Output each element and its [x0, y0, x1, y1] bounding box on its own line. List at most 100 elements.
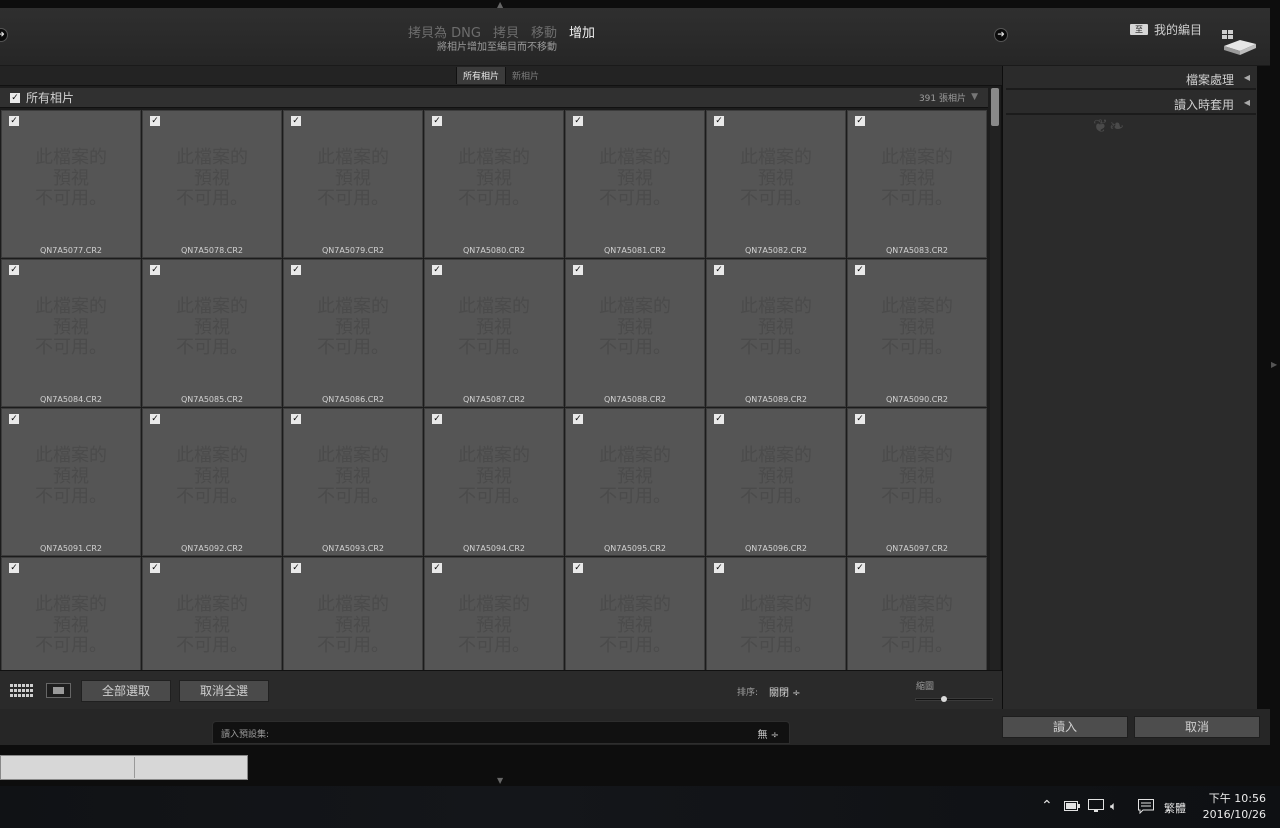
thumbnail-cell[interactable]: ✓ 此檔案的 預視 不可用。 QN7A5082.CR2	[706, 110, 846, 258]
thumbnail-checkbox[interactable]: ✓	[855, 265, 865, 275]
section-apply-during-import[interactable]: 讀入時套用 ◀	[1006, 93, 1256, 115]
preview-unavailable-text: 此檔案的 預視 不可用。	[317, 147, 389, 209]
import-preset-bar[interactable]: 讀入預設集: 無 ÷	[212, 721, 790, 744]
thumbnail-cell[interactable]: ✓ 此檔案的 預視 不可用。 QN7A5096.CR2	[706, 408, 846, 556]
grid-scrollbar[interactable]	[990, 88, 1000, 670]
thumbnail-checkbox[interactable]: ✓	[9, 414, 19, 424]
tab-all-photos[interactable]: 所有相片	[455, 67, 505, 84]
mode-add[interactable]: 增加	[569, 22, 595, 41]
thumbnail-cell[interactable]: ✓ 此檔案的 預視 不可用。 QN7A5094.CR2	[424, 408, 564, 556]
thumbnail-cell[interactable]: ✓ 此檔案的 預視 不可用。 QN7A5088.CR2	[565, 259, 705, 407]
thumbnail-checkbox[interactable]: ✓	[291, 116, 301, 126]
thumbnail-checkbox[interactable]: ✓	[432, 265, 442, 275]
source-arrow-icon[interactable]: ➜	[0, 28, 8, 42]
thumbnail-checkbox[interactable]: ✓	[150, 563, 160, 573]
thumbnail-checkbox[interactable]: ✓	[714, 265, 724, 275]
section-file-handling[interactable]: 檔案處理 ◀	[1006, 68, 1256, 90]
thumbnail-cell[interactable]: ✓ 此檔案的 預視 不可用。 QN7A5090.CR2	[847, 259, 987, 407]
thumbnail-checkbox[interactable]: ✓	[432, 563, 442, 573]
thumbnail-checkbox[interactable]: ✓	[573, 265, 583, 275]
thumbnail-cell[interactable]: ✓ 此檔案的 預視 不可用。 QN7A5092.CR2	[142, 408, 282, 556]
thumbnail-cell[interactable]: ✓ 此檔案的 預視 不可用。	[424, 557, 564, 670]
preview-unavailable-text: 此檔案的 預視 不可用。	[35, 296, 107, 358]
thumbnail-cell[interactable]: ✓ 此檔案的 預視 不可用。	[847, 557, 987, 670]
clock[interactable]: 下午 10:56 2016/10/26	[1200, 791, 1266, 823]
expand-triangle-icon: ◀	[1243, 98, 1250, 107]
thumbnail-checkbox[interactable]: ✓	[9, 563, 19, 573]
thumbnail-cell[interactable]: ✓ 此檔案的 預視 不可用。 QN7A5087.CR2	[424, 259, 564, 407]
thumbnail-cell[interactable]: ✓ 此檔案的 預視 不可用。	[283, 557, 423, 670]
select-all-checkbox[interactable]: ✓	[10, 92, 20, 103]
thumbnail-cell[interactable]: ✓ 此檔案的 預視 不可用。 QN7A5091.CR2	[1, 408, 141, 556]
thumbnail-checkbox[interactable]: ✓	[9, 265, 19, 275]
thumbnail-cell[interactable]: ✓ 此檔案的 預視 不可用。 QN7A5084.CR2	[1, 259, 141, 407]
thumbnail-checkbox[interactable]: ✓	[9, 116, 19, 126]
mode-description: 將相片增加至編目而不移動	[437, 42, 557, 53]
thumbnail-filename: QN7A5081.CR2	[604, 246, 666, 255]
collapse-top-icon[interactable]: ▲	[497, 0, 503, 9]
thumbnail-cell[interactable]: ✓ 此檔案的 預視 不可用。 QN7A5081.CR2	[565, 110, 705, 258]
thumbnail-checkbox[interactable]: ✓	[573, 414, 583, 424]
scrollbar-thumb[interactable]	[991, 88, 999, 126]
loupe-view-icon[interactable]	[46, 683, 71, 698]
thumbnail-cell[interactable]: ✓ 此檔案的 預視 不可用。 QN7A5079.CR2	[283, 110, 423, 258]
sort-select[interactable]: 關閉 ÷	[769, 684, 801, 699]
volume-icon[interactable]: 🔈︎	[1110, 799, 1117, 814]
thumbnail-checkbox[interactable]: ✓	[150, 414, 160, 424]
thumbnail-cell[interactable]: ✓ 此檔案的 預視 不可用。	[565, 557, 705, 670]
thumbnail-checkbox[interactable]: ✓	[855, 116, 865, 126]
tab-new-photos[interactable]: 新相片	[505, 67, 545, 84]
preview-unavailable-text: 此檔案的 預視 不可用。	[176, 594, 248, 656]
thumbnail-checkbox[interactable]: ✓	[150, 265, 160, 275]
thumbnail-checkbox[interactable]: ✓	[855, 414, 865, 424]
destination-arrow-icon[interactable]: ➜	[994, 28, 1008, 42]
thumbnail-cell[interactable]: ✓ 此檔案的 預視 不可用。 QN7A5097.CR2	[847, 408, 987, 556]
thumbnail-checkbox[interactable]: ✓	[573, 116, 583, 126]
thumbnail-cell[interactable]: ✓ 此檔案的 預視 不可用。 QN7A5085.CR2	[142, 259, 282, 407]
windows-taskbar: ⌃ 🔈︎ 繁體 下午 10:56 2016/10/26	[0, 786, 1280, 828]
show-hidden-icons-icon[interactable]: ⌃	[1041, 798, 1053, 814]
slider-knob[interactable]	[941, 696, 947, 702]
thumbnail-cell[interactable]: ✓ 此檔案的 預視 不可用。 QN7A5095.CR2	[565, 408, 705, 556]
thumbnail-size-slider[interactable]	[915, 696, 993, 702]
collapse-right-icon[interactable]: ▶	[1271, 360, 1277, 369]
thumbnail-cell[interactable]: ✓ 此檔案的 預視 不可用。 QN7A5089.CR2	[706, 259, 846, 407]
thumbnail-checkbox[interactable]: ✓	[714, 563, 724, 573]
photo-count: 391 張相片	[918, 94, 966, 104]
thumbnail-cell[interactable]: ✓ 此檔案的 預視 不可用。 QN7A5077.CR2	[1, 110, 141, 258]
network-icon[interactable]	[1088, 799, 1104, 813]
thumbnail-checkbox[interactable]: ✓	[291, 414, 301, 424]
ime-indicator[interactable]: 繁體	[1164, 800, 1186, 816]
thumbnail-checkbox[interactable]: ✓	[573, 563, 583, 573]
thumbnail-checkbox[interactable]: ✓	[432, 414, 442, 424]
thumbnail-cell[interactable]: ✓ 此檔案的 預視 不可用。	[706, 557, 846, 670]
select-all-button[interactable]: 全部選取	[81, 680, 171, 702]
thumbnail-cell[interactable]: ✓ 此檔案的 預視 不可用。 QN7A5080.CR2	[424, 110, 564, 258]
thumbnail-cell[interactable]: ✓ 此檔案的 預視 不可用。 QN7A5093.CR2	[283, 408, 423, 556]
thumbnail-cell[interactable]: ✓ 此檔案的 預視 不可用。 QN7A5078.CR2	[142, 110, 282, 258]
battery-icon[interactable]	[1064, 801, 1080, 811]
filter-tabs: 所有相片 新相片	[0, 66, 1002, 86]
thumbnail-checkbox[interactable]: ✓	[855, 563, 865, 573]
thumbnail-checkbox[interactable]: ✓	[714, 414, 724, 424]
thumbnail-checkbox[interactable]: ✓	[714, 116, 724, 126]
import-button[interactable]: 讀入	[1002, 716, 1128, 738]
thumbnail-checkbox[interactable]: ✓	[291, 563, 301, 573]
import-header: ➜ 拷貝為 DNG 拷貝 移動 增加 將相片增加至編目而不移動 ➜ 至 我的編目	[0, 8, 1270, 66]
deselect-all-button[interactable]: 取消全選	[179, 680, 269, 702]
grid-view-icon[interactable]	[10, 684, 34, 698]
thumbnail-cell[interactable]: ✓ 此檔案的 預視 不可用。	[1, 557, 141, 670]
action-center-icon[interactable]	[1138, 799, 1154, 814]
thumbnail-checkbox[interactable]: ✓	[291, 265, 301, 275]
thumbnail-cell[interactable]: ✓ 此檔案的 預視 不可用。 QN7A5083.CR2	[847, 110, 987, 258]
collapse-bottom-icon[interactable]: ▼	[497, 776, 503, 785]
panel-end-ornament-icon: ❦❧	[1093, 116, 1126, 137]
thumbnail-checkbox[interactable]: ✓	[432, 116, 442, 126]
preset-select[interactable]: 無 ÷	[757, 726, 779, 741]
thumbnail-cell[interactable]: ✓ 此檔案的 預視 不可用。 QN7A5086.CR2	[283, 259, 423, 407]
thumbnail-cell[interactable]: ✓ 此檔案的 預視 不可用。	[142, 557, 282, 670]
preview-unavailable-text: 此檔案的 預視 不可用。	[740, 147, 812, 209]
collapse-arrow-icon[interactable]: ▼	[971, 92, 978, 102]
cancel-button[interactable]: 取消	[1134, 716, 1260, 738]
thumbnail-checkbox[interactable]: ✓	[150, 116, 160, 126]
